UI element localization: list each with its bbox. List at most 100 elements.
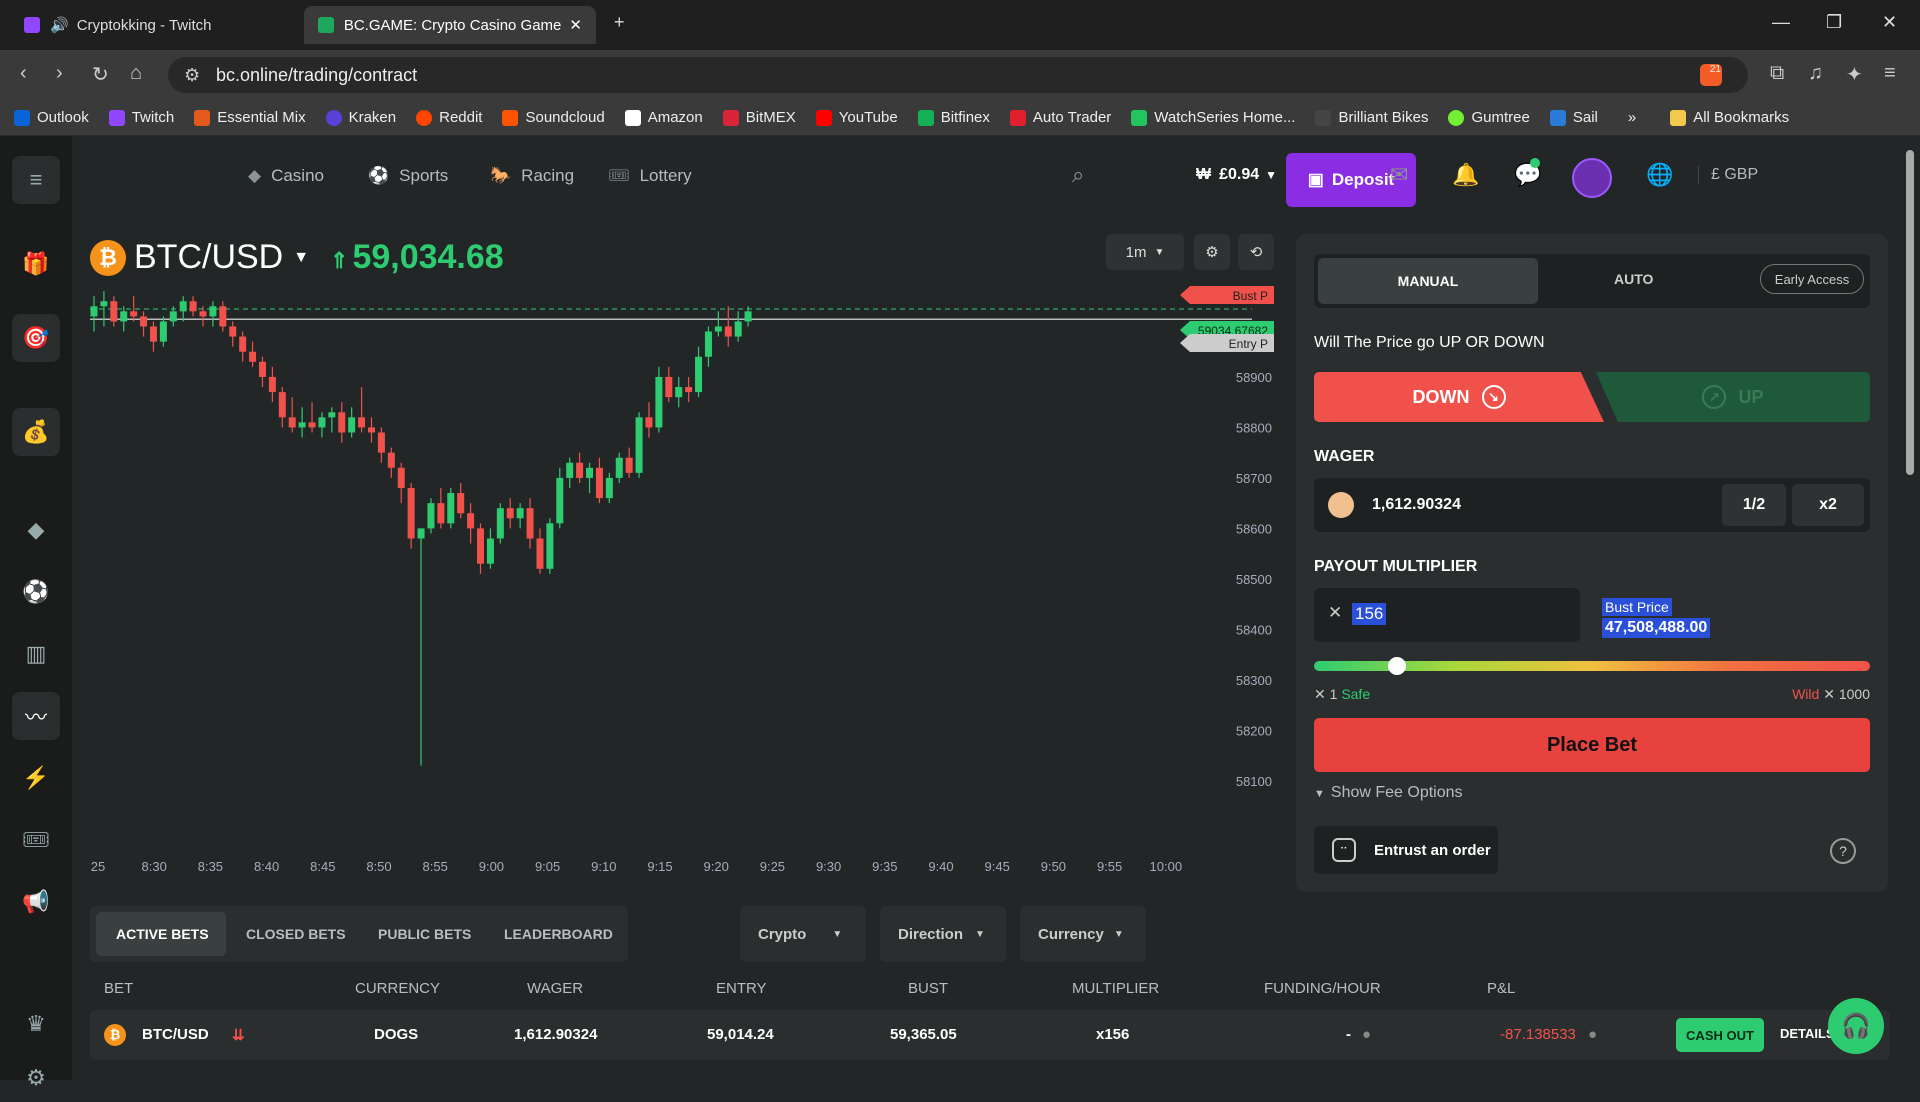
new-tab-button[interactable]: +: [614, 12, 625, 33]
site-info-icon[interactable]: ⚙: [184, 65, 200, 86]
candle-body: [199, 311, 207, 317]
bookmark-reddit[interactable]: Reddit: [416, 109, 482, 126]
tab-manual[interactable]: MANUAL: [1318, 258, 1538, 304]
avatar[interactable]: [1572, 158, 1612, 198]
bookmark-gumtree[interactable]: Gumtree: [1448, 109, 1530, 126]
bookmark-amazon[interactable]: Amazon: [624, 109, 703, 126]
url-input[interactable]: ⚙ bc.online/trading/contract 21: [168, 57, 1748, 93]
price-chart[interactable]: 58900 58800 58700 58600 58500 58400 58300 58200…: [72, 216, 1292, 876]
close-tab-icon[interactable]: ✕: [569, 16, 582, 34]
reload-button[interactable]: ↻: [92, 62, 109, 87]
place-bet-button[interactable]: Place Bet: [1314, 718, 1870, 772]
bookmark-bitfinex[interactable]: Bitfinex: [917, 109, 990, 126]
mail-icon[interactable]: ✉: [1390, 162, 1408, 188]
back-button[interactable]: ‹: [20, 62, 27, 85]
coins-icon[interactable]: 💰: [12, 408, 60, 456]
tab-twitch[interactable]: 🔊 Cryptokking - Twitch: [10, 6, 300, 44]
restore-button[interactable]: ❐: [1826, 12, 1842, 33]
balance-selector[interactable]: ₩ £0.94 ▼: [1196, 166, 1277, 184]
nav-lottery[interactable]: 🎟 Lottery: [608, 166, 692, 186]
filter-direction[interactable]: Direction ▼: [880, 906, 1006, 962]
sports-icon[interactable]: ⚽: [12, 568, 60, 616]
info-icon[interactable]: ●: [1362, 1026, 1371, 1043]
settings-icon[interactable]: ⚙: [12, 1054, 60, 1102]
info-icon[interactable]: ●: [1588, 1026, 1597, 1043]
multiplier-slider[interactable]: [1314, 657, 1870, 675]
scrollbar[interactable]: [1906, 150, 1914, 475]
bookmark-youtube[interactable]: YouTube: [815, 109, 898, 126]
entrust-order-button[interactable]: ·· Entrust an order: [1314, 826, 1498, 874]
cash-out-button[interactable]: CASH OUT: [1676, 1018, 1764, 1052]
wager-input[interactable]: 1,612.90324 1/2 x2: [1314, 478, 1870, 532]
target-icon[interactable]: 🎯: [12, 314, 60, 362]
menu-toggle-icon[interactable]: ≡: [12, 156, 60, 204]
up-button[interactable]: ↗ UP: [1596, 372, 1870, 422]
globe-icon[interactable]: 🌐: [1646, 162, 1673, 188]
search-icon[interactable]: ⌕: [1072, 162, 1084, 188]
y-tick-label: 58100: [1236, 774, 1272, 789]
half-button[interactable]: 1/2: [1722, 484, 1786, 526]
racing-icon[interactable]: ▥: [12, 630, 60, 678]
details-button[interactable]: DETAILS: [1780, 1026, 1835, 1041]
double-button[interactable]: x2: [1792, 484, 1864, 526]
lightning-icon[interactable]: ⚡: [12, 754, 60, 802]
bookmark-essential-mix[interactable]: Essential Mix: [194, 109, 306, 126]
early-access-badge[interactable]: Early Access: [1760, 264, 1864, 294]
bookmark-soundcloud[interactable]: Soundcloud: [502, 109, 605, 126]
multiplier-input[interactable]: ✕ 156: [1314, 588, 1580, 642]
music-icon[interactable]: ♫: [1808, 62, 1823, 85]
table-row[interactable]: ₿ BTC/USD ⇊ DOGS 1,612.90324 59,014.24 5…: [90, 1010, 1890, 1060]
minimize-button[interactable]: —: [1772, 12, 1790, 33]
casino-icon[interactable]: ◆: [12, 506, 60, 554]
support-headset-icon[interactable]: 🎧: [1828, 998, 1884, 1054]
currency-selector[interactable]: £ GBP: [1698, 166, 1758, 184]
ai-icon[interactable]: ✦: [1846, 62, 1863, 87]
tab-auto[interactable]: AUTO: [1614, 271, 1653, 287]
bookmark-twitch[interactable]: Twitch: [108, 109, 174, 126]
bookmark-watchseries[interactable]: WatchSeries Home...: [1131, 109, 1295, 126]
tab-public-bets[interactable]: PUBLIC BETS: [378, 926, 471, 942]
down-button[interactable]: DOWN ↘: [1314, 372, 1604, 422]
more-bookmarks-icon[interactable]: »: [1628, 109, 1636, 126]
tab-closed-bets[interactable]: CLOSED BETS: [246, 926, 346, 942]
menu-icon[interactable]: ≡: [1884, 62, 1896, 85]
bookmark-brilliant-bikes[interactable]: Brilliant Bikes: [1315, 109, 1428, 126]
chevron-down-icon: ▼: [832, 928, 843, 940]
extensions-icon[interactable]: ⧉: [1770, 62, 1784, 85]
trading-icon[interactable]: 〰: [12, 692, 60, 740]
slider-handle[interactable]: [1388, 657, 1407, 675]
bookmark-auto-trader[interactable]: Auto Trader: [1009, 109, 1111, 126]
fee-options-toggle[interactable]: ▼ Show Fee Options: [1314, 784, 1463, 802]
tab-leaderboard[interactable]: LEADERBOARD: [504, 926, 613, 942]
close-window-button[interactable]: ✕: [1882, 12, 1897, 33]
interval-selector[interactable]: 1m ▼: [1106, 234, 1184, 270]
nav-sports[interactable]: ⚽ Sports: [368, 166, 448, 186]
filter-currency[interactable]: Currency ▼: [1020, 906, 1146, 962]
candle-body: [338, 412, 346, 433]
nav-racing[interactable]: 🐎 Racing: [490, 166, 574, 186]
promo-icon[interactable]: 📢: [12, 878, 60, 926]
brave-shield-icon[interactable]: 21: [1700, 64, 1722, 86]
pair-selector[interactable]: ₿ BTC/USD ▼: [90, 238, 309, 277]
history-icon[interactable]: ⟲: [1238, 234, 1274, 270]
tab-bcgame[interactable]: BC.GAME: Crypto Casino Game ✕: [304, 6, 596, 44]
chat-icon[interactable]: 💬: [1514, 158, 1541, 188]
all-bookmarks[interactable]: All Bookmarks: [1670, 109, 1789, 126]
gift-icon[interactable]: 🎁: [12, 240, 60, 288]
lottery-icon[interactable]: 🎟: [12, 816, 60, 864]
filter-crypto[interactable]: Crypto ▼: [740, 906, 866, 962]
bookmark-sail[interactable]: Sail: [1549, 109, 1598, 126]
chart-settings-icon[interactable]: ⚙: [1194, 234, 1230, 270]
bell-icon[interactable]: 🔔: [1452, 162, 1479, 188]
tab-active-bets[interactable]: ACTIVE BETS: [116, 926, 209, 942]
crown-icon[interactable]: ♛: [12, 1000, 60, 1048]
nav-casino[interactable]: ◆ Casino: [248, 166, 324, 186]
home-button[interactable]: ⌂: [130, 62, 142, 85]
bookmark-outlook[interactable]: Outlook: [14, 109, 89, 126]
sports-icon: ⚽: [368, 166, 390, 185]
help-icon[interactable]: ?: [1830, 838, 1856, 864]
deposit-label: Deposit: [1331, 170, 1395, 189]
bookmark-bitmex[interactable]: BitMEX: [722, 109, 796, 126]
bookmark-kraken[interactable]: Kraken: [325, 109, 396, 126]
forward-button[interactable]: ›: [56, 62, 63, 85]
